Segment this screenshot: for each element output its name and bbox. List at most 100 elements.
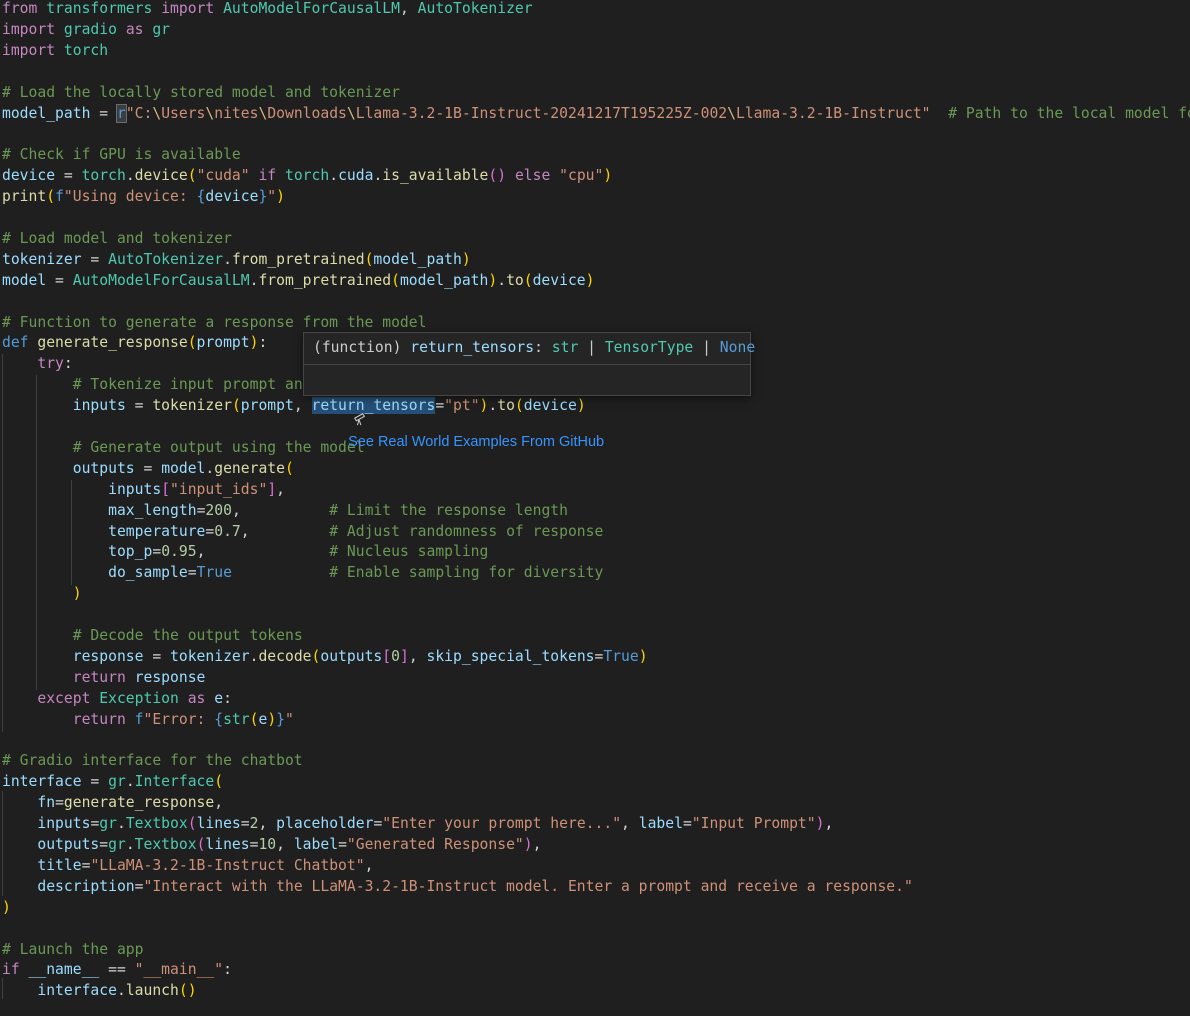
code-line[interactable]: title="LLaMA-3.2-1B-Instruct Chatbot", [2, 855, 373, 876]
code-line[interactable]: from transformers import AutoModelForCau… [2, 0, 533, 19]
code-line[interactable]: print(f"Using device: {device}") [2, 186, 285, 207]
code-line[interactable]: description="Interact with the LLaMA-3.2… [2, 876, 912, 897]
code-line[interactable]: interface = gr.Interface( [2, 771, 223, 792]
code-line[interactable]: except Exception as e: [2, 688, 232, 709]
code-line[interactable]: if __name__ == "__main__": [2, 959, 232, 980]
code-token: Textbox [125, 815, 188, 833]
code-line[interactable]: max_length=200, # Limit the response len… [2, 500, 568, 521]
code-line[interactable]: inputs=gr.Textbox(lines=2, placeholder="… [2, 813, 833, 834]
code-token: , [399, 0, 418, 17]
code-token: interface [37, 982, 117, 1000]
code-line[interactable]: device = torch.device("cuda" if torch.cu… [2, 165, 612, 186]
code-token: . [223, 250, 232, 268]
code-token: = [240, 815, 250, 833]
code-token: ) [523, 836, 533, 853]
code-line[interactable]: return f"Error: {str(e)}" [2, 709, 294, 730]
code-token: . [125, 773, 135, 791]
code-token: placeholder [276, 815, 374, 833]
code-token: ( [285, 459, 294, 477]
code-token: [ [161, 480, 171, 498]
code-editor[interactable]: from transformers import AutoModelForCau… [0, 0, 1190, 1016]
code-token: . [497, 271, 507, 289]
code-line[interactable]: temperature=0.7, # Adjust randomness of … [2, 521, 603, 542]
code-line[interactable]: inputs["input_ids"], [2, 479, 285, 500]
github-examples-link[interactable]: See Real World Examples From GitHub [313, 367, 604, 450]
code-token: import [161, 0, 215, 17]
code-line[interactable]: # Gradio interface for the chatbot [2, 750, 303, 771]
code-token: else [514, 167, 551, 185]
sig-pipe: | [578, 339, 605, 356]
code-token: AutoModelForCausalLM [72, 271, 250, 289]
code-line[interactable]: # Generate output using the model [2, 437, 365, 458]
code-token: = [125, 397, 153, 415]
code-line[interactable]: interface.launch() [2, 980, 196, 1001]
code-token: ) [72, 585, 82, 603]
code-line[interactable]: model = AutoModelForCausalLM. from_pretra… [2, 270, 595, 291]
code-token: ) [585, 271, 595, 289]
code-line[interactable]: ) [2, 583, 82, 604]
code-line[interactable]: try: [2, 353, 72, 374]
code-line[interactable]: # Check if GPU is available [2, 144, 241, 165]
code-line[interactable]: # Tokenize input prompt and [2, 374, 312, 395]
code-token: ) [488, 271, 498, 289]
code-token: [ [382, 647, 392, 665]
code-token: response [134, 668, 206, 686]
code-line[interactable]: outputs = model.generate( [2, 458, 294, 479]
code-token: print [2, 188, 47, 206]
code-token: # Check if GPU is available [2, 146, 241, 164]
code-line[interactable]: top_p=0.95, # Nucleus sampling [2, 541, 488, 562]
code-token: as [187, 689, 206, 707]
code-token: outputs [320, 647, 383, 665]
code-token: "C: [125, 104, 153, 122]
code-token: , [196, 543, 330, 561]
code-token: if [2, 961, 20, 979]
code-token: = [143, 647, 171, 665]
code-token: Llama-3.2-1B-Instruct" [735, 104, 931, 122]
code-line[interactable]: do_sample=True # Enable sampling for div… [2, 562, 603, 583]
code-line[interactable]: def generate_response(prompt): [2, 332, 267, 353]
code-token: device [205, 188, 259, 206]
code-token: __name__ [28, 961, 100, 979]
code-token: = [81, 773, 109, 791]
code-line[interactable]: # Load model and tokenizer [2, 228, 232, 249]
code-line[interactable]: # Function to generate a response from t… [2, 312, 426, 333]
code-line[interactable]: ) [2, 897, 11, 918]
sig-prefix: (function) [313, 339, 411, 356]
code-line[interactable]: import gradio as gr [2, 19, 170, 40]
code-token: ( [46, 188, 56, 206]
code-line[interactable]: # Launch the app [2, 939, 143, 960]
code-token: = [81, 250, 109, 268]
code-token: = [90, 815, 100, 833]
code-token: except [37, 689, 91, 707]
code-line[interactable]: outputs=gr.Textbox(lines=10, label="Gene… [2, 834, 541, 855]
code-token: , [364, 856, 374, 874]
code-line[interactable]: # Load the locally stored model and toke… [2, 82, 400, 103]
code-token: , [276, 480, 285, 498]
code-line[interactable]: import torch [2, 40, 108, 61]
code-token: , [532, 836, 542, 853]
code-token: label [638, 815, 683, 833]
sig-pipe: | [693, 339, 720, 356]
code-token: = [682, 815, 692, 833]
code-line[interactable]: model_path = r"C:\Users\nites\Downloads\… [2, 103, 1190, 124]
code-token: gr [108, 836, 126, 853]
code-line[interactable]: fn=generate_response, [2, 792, 223, 813]
code-token: ) [603, 167, 613, 185]
code-line[interactable]: response = tokenizer.decode(outputs[0], … [2, 646, 648, 667]
code-line[interactable]: # Decode the output tokens [2, 625, 303, 646]
code-token: . [205, 459, 215, 477]
code-line[interactable]: tokenizer = AutoTokenizer.from_pretraine… [2, 249, 471, 270]
code-line[interactable]: return response [2, 667, 206, 688]
